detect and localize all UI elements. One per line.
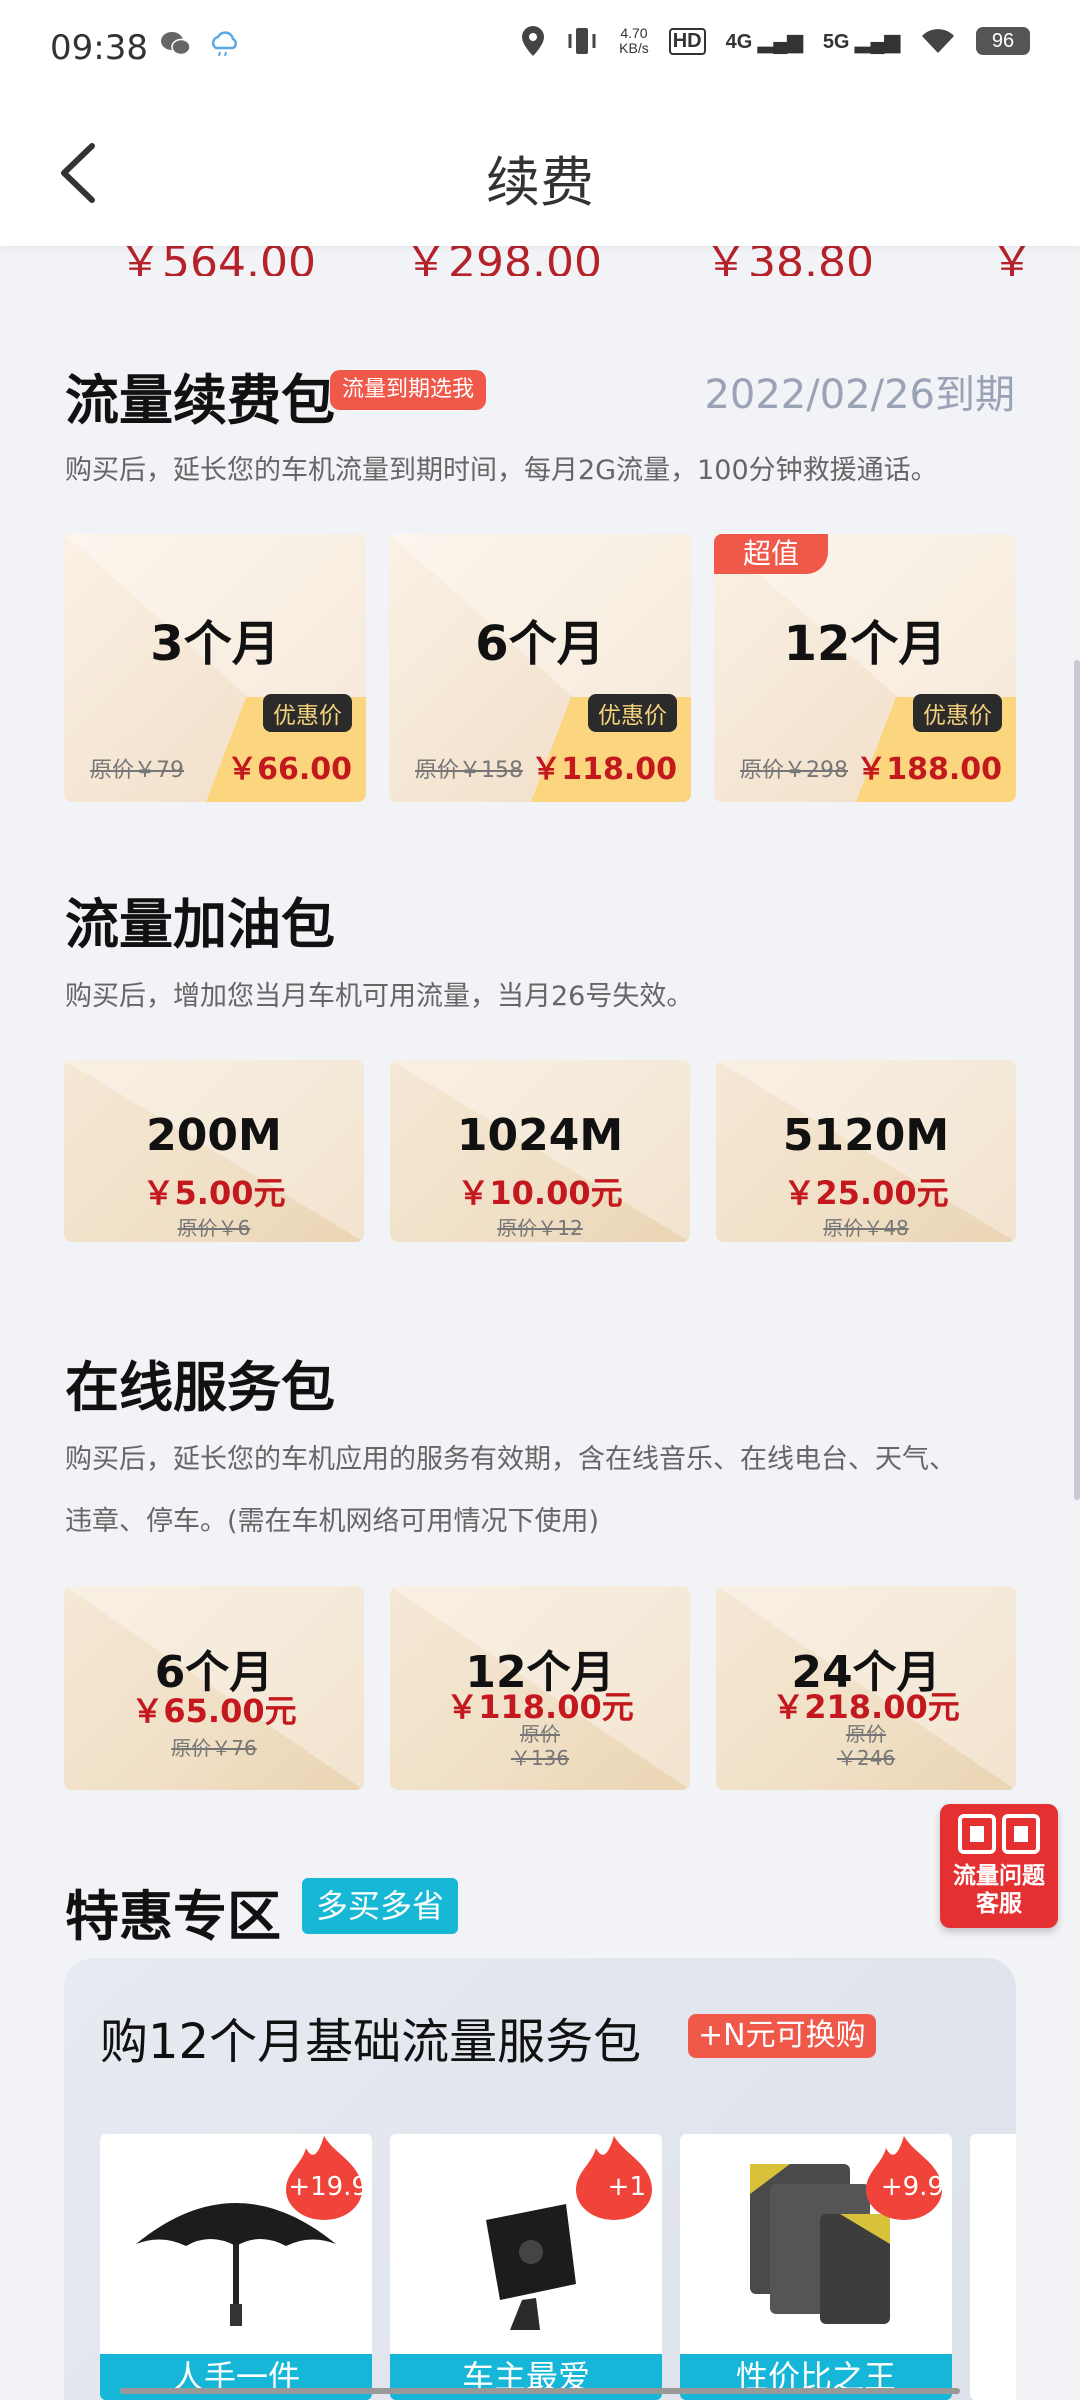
signal-5g: 5G ▂▄▆	[822, 30, 900, 53]
card-months: 6个月	[475, 616, 605, 672]
card-months: 12个月	[783, 616, 947, 672]
service-desc: 购买后，延长您的车机应用的服务有效期，含在线音乐、在线电台、天气、 违章、停车。…	[65, 1444, 956, 1537]
renew-tag: 流量到期选我	[330, 370, 487, 410]
refuel-title: 流量加油包	[65, 893, 335, 956]
renew-card-3m[interactable]: 3个月 优惠价 原价￥79 ￥66.00	[64, 534, 366, 802]
promo-tag: 优惠价	[913, 694, 1002, 732]
float-line2: 客服	[976, 1891, 1022, 1917]
product-card-umbrella[interactable]: +19.9 人手一件	[100, 2134, 372, 2400]
special-tag: 多买多省	[302, 1878, 459, 1934]
nav-bar: 续费	[0, 98, 1080, 246]
orig-price: 原价 ￥136	[510, 1722, 570, 1770]
orig-price: 原价 ￥246	[836, 1722, 896, 1770]
renew-desc: 购买后，延长您的车机流量到期时间，每月2G流量，100分钟救援通话。	[65, 455, 938, 486]
net-speed: 4.70 KB/s	[619, 25, 649, 56]
wifi-icon	[922, 29, 954, 53]
product-card-partial[interactable]	[970, 2134, 1016, 2400]
renew-card-6m[interactable]: 6个月 优惠价 原价￥158 ￥118.00	[389, 534, 691, 802]
orig-price: 原价￥298	[740, 758, 848, 783]
addon-price: +1	[607, 2172, 646, 2202]
card-size: 1024M	[456, 1110, 624, 1161]
promo-price: ￥66.00	[227, 752, 352, 787]
refuel-card-1024m[interactable]: 1024M ￥10.00元 原价￥12	[390, 1060, 690, 1242]
card-size: 200M	[146, 1110, 282, 1161]
deal-tag: +N元可换购	[688, 2014, 876, 2058]
status-time: 09:38	[50, 28, 148, 68]
service-card-6m[interactable]: 6个月 ￥65.00元 原价￥76	[64, 1586, 364, 1790]
service-card-24m[interactable]: 24个月 ￥218.00元 原价 ￥246	[716, 1586, 1016, 1790]
promo-tag: 优惠价	[588, 694, 677, 732]
card-months: 3个月	[150, 616, 280, 672]
card-size: 5120M	[782, 1110, 950, 1161]
card-price: ￥25.00元	[783, 1174, 949, 1212]
orig-price: 原价￥79	[90, 758, 184, 783]
special-title: 特惠专区	[65, 1885, 281, 1948]
product-card-phone-holder[interactable]: +1 车主最爱	[390, 2134, 662, 2400]
float-line1: 流量问题	[953, 1863, 1045, 1889]
signal-4g: 4G ▂▄▆	[725, 30, 803, 53]
location-icon	[522, 26, 545, 56]
promo-tag: 优惠价	[263, 694, 352, 732]
promo-price: ￥118.00	[531, 752, 677, 787]
product-card-towel[interactable]: +9.9 性价比之王	[680, 2134, 952, 2400]
orig-price: 原价￥76	[171, 1736, 257, 1760]
service-card-12m[interactable]: 12个月 ￥118.00元 原价 ￥136	[390, 1586, 690, 1790]
renew-card-12m[interactable]: 超值 12个月 优惠价 原价￥298 ￥188.00	[714, 534, 1016, 802]
orig-price: 原价￥158	[415, 758, 523, 783]
card-price: ￥10.00元	[457, 1174, 623, 1212]
card-price: ￥5.00元	[142, 1174, 286, 1212]
vibrate-icon	[568, 28, 596, 54]
home-indicator[interactable]	[120, 2388, 960, 2394]
expire-date: 2022/02/26到期	[704, 372, 1015, 418]
renew-title: 流量续费包	[65, 369, 335, 432]
refuel-card-5120m[interactable]: 5120M ￥25.00元 原价￥48	[716, 1060, 1016, 1242]
orig-price: 原价￥12	[497, 1216, 583, 1240]
orig-price: 原价￥6	[177, 1216, 251, 1240]
battery-icon: 96	[976, 27, 1030, 55]
addon-price: +19.9	[288, 2172, 368, 2202]
page-title: 续费	[486, 151, 594, 214]
cloud-icon	[211, 31, 238, 57]
refuel-desc: 购买后，增加您当月车机可用流量，当月26号失效。	[65, 981, 694, 1012]
deal-title: 购12个月基础流量服务包	[100, 2014, 642, 2070]
promo-price: ￥188.00	[856, 752, 1002, 787]
card-price: ￥65.00元	[131, 1692, 297, 1730]
super-value-badge: 超值	[714, 534, 828, 574]
orig-price: 原价￥48	[823, 1216, 909, 1240]
wechat-icon	[161, 32, 191, 56]
service-title: 在线服务包	[65, 1356, 335, 1419]
deal-box: 购12个月基础流量服务包 +N元可换购 +19.9 人手一件 +1 车主最爱 +	[64, 1958, 1016, 2400]
hd-icon: HD	[668, 27, 706, 55]
status-bar: 09:38 4.70 KB/s HD 4G ▂▄▆ 5G ▂▄▆ 96	[0, 0, 1080, 98]
refuel-card-200m[interactable]: 200M ￥5.00元 原价￥6	[64, 1060, 364, 1242]
flow-service-float-button[interactable]: 流量问题 客服	[940, 1804, 1058, 1928]
scrollbar[interactable]	[1074, 660, 1080, 1500]
qr-service-icon	[958, 1814, 1040, 1854]
addon-price: +9.9	[880, 2172, 944, 2202]
